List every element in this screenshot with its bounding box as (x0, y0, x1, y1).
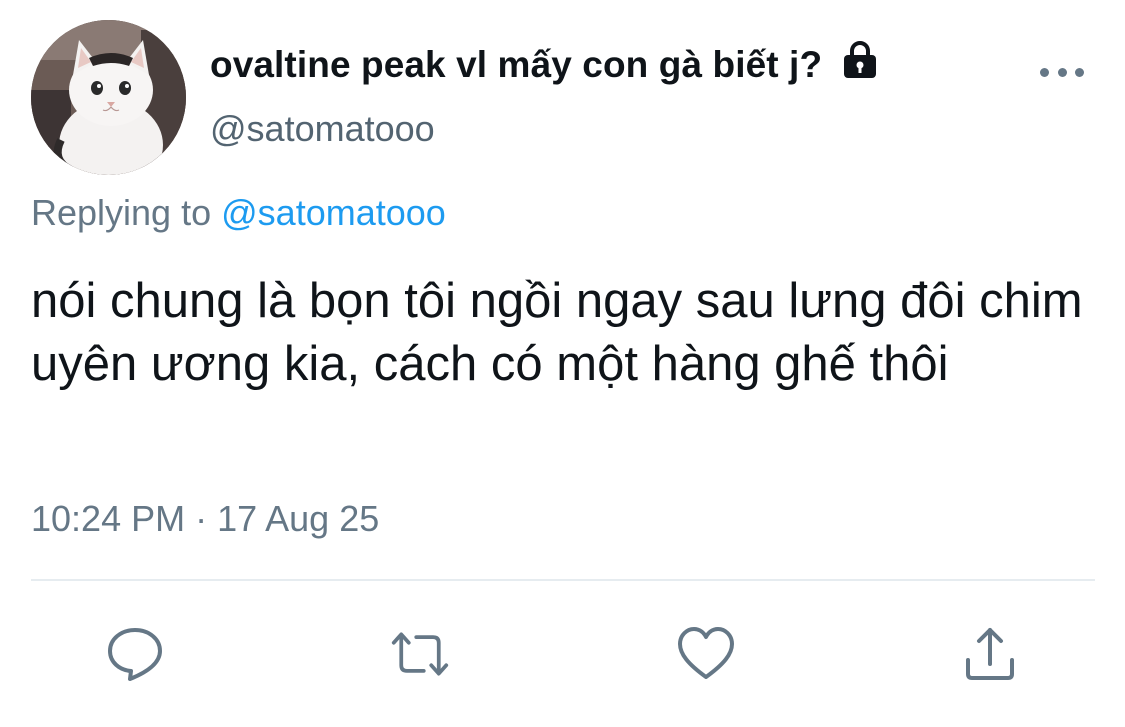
user-handle[interactable]: @satomatooo (210, 108, 435, 150)
like-button[interactable] (676, 624, 736, 684)
more-horizontal-icon (1040, 67, 1049, 77)
heart-icon (678, 627, 734, 679)
tweet-text: nói chung là bọn tôi ngồi ngay sau lưng … (31, 274, 1083, 391)
comment-icon (108, 628, 162, 681)
replying-to-line: Replying to @satomatooo (31, 192, 446, 234)
avatar[interactable] (31, 20, 186, 175)
share-button[interactable] (960, 624, 1020, 684)
reply-button[interactable] (105, 624, 165, 684)
display-name[interactable]: ovaltine peak vl mấy con gà biết j? (210, 40, 879, 86)
tweet-timestamp[interactable]: 10:24 PM · 17 Aug 25 (31, 498, 379, 540)
display-name-text[interactable]: ovaltine peak vl mấy con gà biết j? (210, 44, 822, 85)
lock-icon (841, 40, 879, 80)
replying-to-label: Replying to (31, 192, 212, 233)
divider (31, 579, 1095, 581)
more-options-button[interactable] (1040, 60, 1084, 84)
retweet-icon (391, 632, 449, 676)
replying-to-handle-link[interactable]: @satomatooo (221, 192, 446, 233)
more-horizontal-icon-dot (1075, 67, 1084, 77)
more-horizontal-icon-dot (1057, 67, 1067, 77)
cat-avatar-image (31, 20, 186, 175)
share-icon (966, 628, 1014, 680)
retweet-button[interactable] (390, 624, 450, 684)
